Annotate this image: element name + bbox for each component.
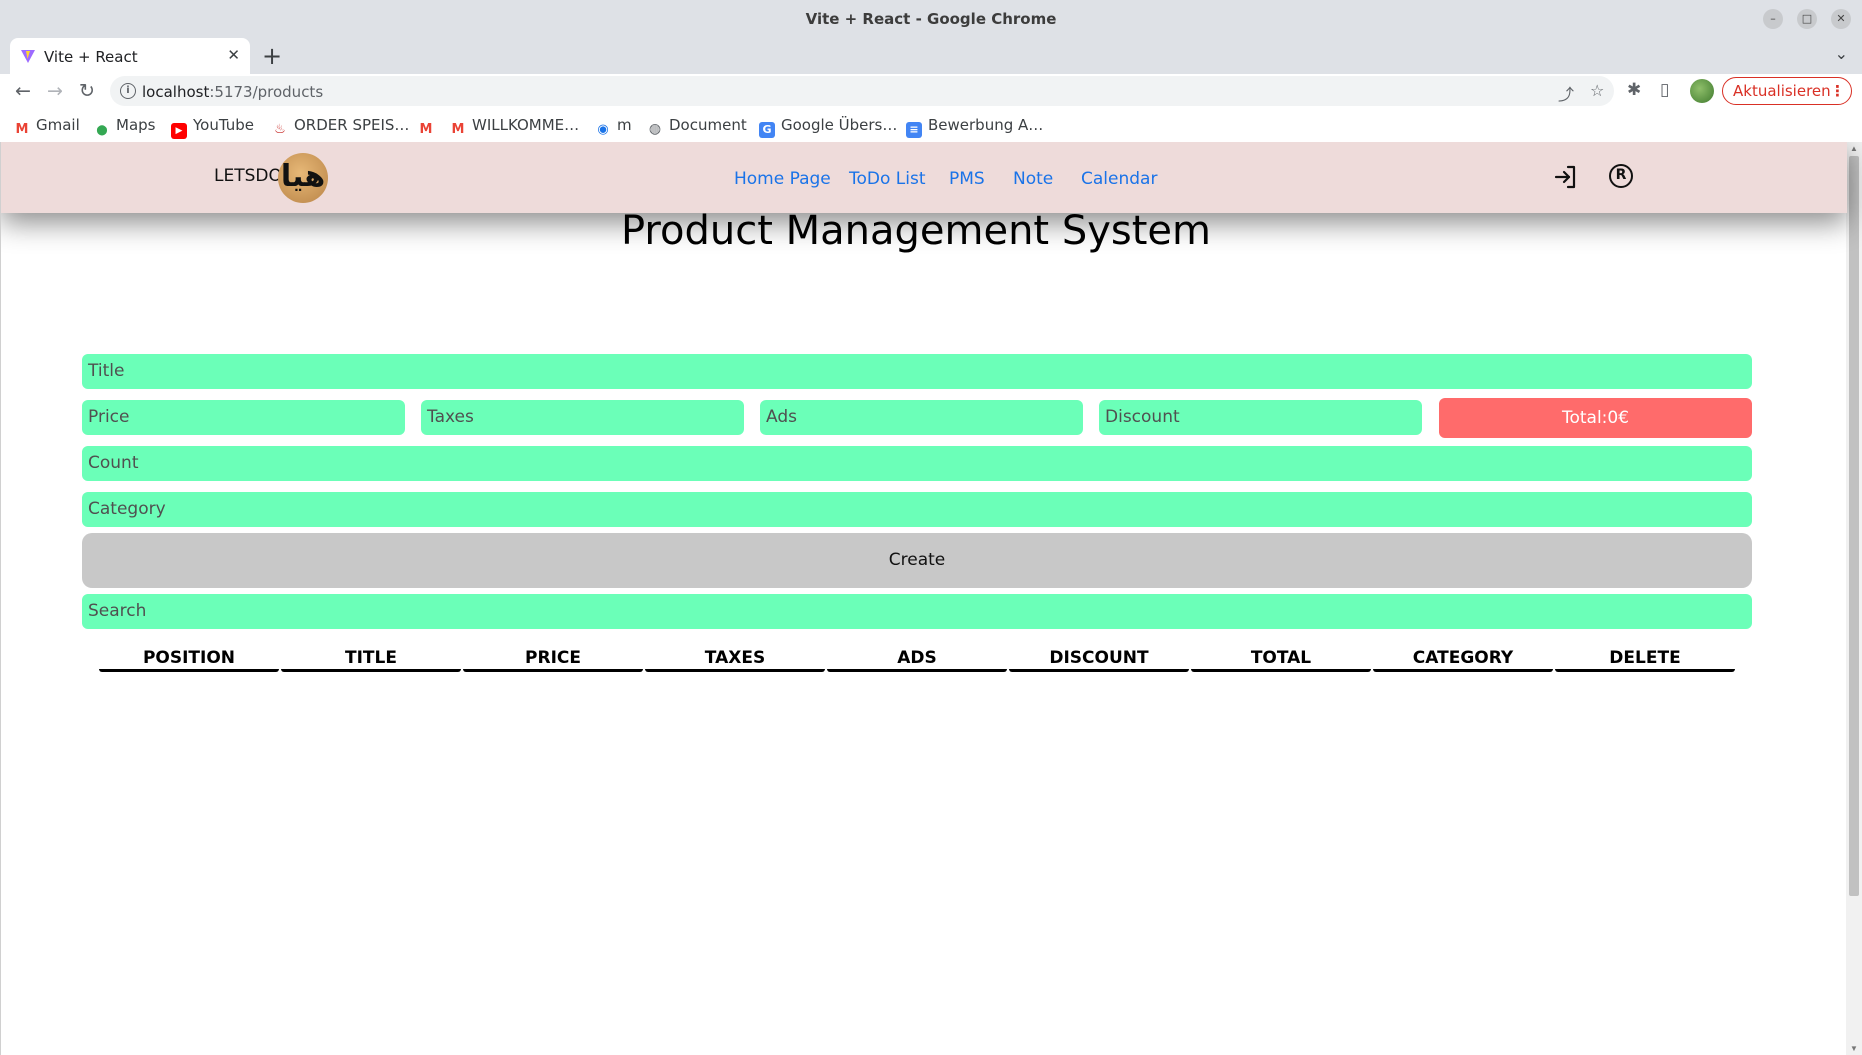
search-input[interactable]: Search [82,594,1752,629]
products-table-header: POSITION TITLE PRICE TAXES ADS DISCOUNT … [98,648,1736,672]
page-title: Product Management System [621,208,1211,254]
nav-home-page[interactable]: Home Page [734,169,831,189]
globe-icon: ◍ [648,121,662,137]
nav-note[interactable]: Note [1013,169,1053,189]
youtube-icon: ▶ [171,123,187,139]
tab-title: Vite + React [44,48,138,66]
bookmark-gmail-2[interactable]: M [418,116,440,138]
scroll-down-arrow-icon[interactable]: ▼ [1850,1044,1858,1053]
bookmark-willkommen[interactable]: M WILLKOMME… [450,116,580,138]
url-path: :5173/products [209,83,324,101]
share-icon[interactable]: ⤴ [1558,81,1574,105]
bookmark-label: m [617,116,632,134]
docs-icon: ≡ [906,122,922,138]
column-taxes: TAXES [645,648,825,672]
extensions-icon[interactable]: ✱ [1627,80,1641,100]
maps-icon: ⬤ [96,125,108,136]
reload-button[interactable]: ↻ [74,78,100,104]
update-button[interactable]: Aktualisieren ⋮ [1722,77,1852,105]
bookmark-m[interactable]: ◉ m [595,116,632,138]
bookmark-order[interactable]: ♨ ORDER SPEIS… [272,116,409,138]
bookmark-star-icon[interactable]: ☆ [1590,81,1604,100]
bookmark-label: Document [669,116,747,134]
profile-avatar[interactable] [1690,79,1714,103]
scroll-up-arrow-icon[interactable]: ▲ [1850,144,1858,153]
bookmark-document[interactable]: ◍ Document [647,116,747,137]
window-titlebar: Vite + React - Google Chrome – □ ✕ [0,0,1862,38]
scrollbar-thumb[interactable] [1849,156,1859,896]
bookmark-gmail[interactable]: M Gmail [14,116,80,138]
category-input[interactable]: Category [82,492,1752,527]
page-viewport: LETSDO هيا Home Page ToDo List PMS Note … [0,142,1862,1055]
order-icon: ♨ [274,122,286,137]
close-window-button[interactable]: ✕ [1831,9,1851,29]
column-total: TOTAL [1191,648,1371,672]
login-icon[interactable] [1553,164,1579,190]
gmail-icon: M [419,122,433,137]
bookmark-maps[interactable]: ⬤ Maps [94,116,155,139]
tab-vite-react[interactable]: Vite + React ✕ [10,38,250,74]
bookmarks-bar: M Gmail ⬤ Maps ▶ YouTube ♨ ORDER SPEIS… M MW… [0,108,1862,142]
bookmark-label: Maps [116,116,156,134]
column-position: POSITION [99,648,279,672]
brand-name[interactable]: LETSDO [214,166,282,186]
bookmark-label: YouTube [193,116,254,134]
url-host: localhost [142,83,210,101]
brand-logo[interactable]: هيا [278,153,328,203]
title-input[interactable]: Title [82,354,1752,389]
gmail-icon: M [15,122,29,137]
m-circle-icon: ◉ [597,122,609,137]
translate-icon: G [759,122,775,138]
browser-toolbar: ← → ↻ i localhost:5173/products ⤴ ☆ ✱ ▯ … [0,74,1862,108]
column-discount: DISCOUNT [1009,648,1189,672]
bookmark-label: Bewerbung A… [928,116,1044,134]
create-button[interactable]: Create [82,533,1752,588]
discount-input[interactable]: Discount [1099,400,1422,435]
bookmark-label: Gmail [36,116,80,134]
chrome-menu-icon[interactable]: ⋮ [1830,78,1845,104]
column-price: PRICE [463,648,643,672]
column-title: TITLE [281,648,461,672]
bookmark-bewerbung[interactable]: ≡ Bewerbung A… [906,116,1043,138]
maximize-button[interactable]: □ [1797,9,1817,29]
nav-pms[interactable]: PMS [949,169,985,189]
nav-todo-list[interactable]: ToDo List [849,169,926,189]
gmail-icon: M [451,122,465,137]
total-display: Total:0€ [1439,398,1752,438]
close-tab-icon[interactable]: ✕ [227,46,240,64]
window-title: Vite + React - Google Chrome [805,10,1057,28]
forward-button[interactable]: → [42,78,68,104]
register-icon[interactable]: R [1609,164,1633,188]
minimize-button[interactable]: – [1763,9,1783,29]
update-label: Aktualisieren [1733,82,1831,100]
page-scrollbar[interactable]: ▲ ▼ [1846,142,1862,1055]
bookmark-translate[interactable]: G Google Übers… [759,116,897,138]
new-tab-button[interactable]: + [262,42,282,70]
bookmark-label: WILLKOMME… [472,116,580,134]
bookmark-youtube[interactable]: ▶ YouTube [171,116,254,139]
count-input[interactable]: Count [82,446,1752,481]
taxes-input[interactable]: Taxes [421,400,744,435]
bookmark-label: Google Übers… [781,116,898,134]
nav-calendar[interactable]: Calendar [1081,169,1157,189]
side-panel-icon[interactable]: ▯ [1660,80,1669,100]
price-input[interactable]: Price [82,400,405,435]
vite-icon [21,50,35,63]
address-bar[interactable]: i localhost:5173/products ⤴ ☆ [110,76,1614,106]
bookmark-label: ORDER SPEIS… [294,116,410,134]
back-button[interactable]: ← [10,78,36,104]
column-ads: ADS [827,648,1007,672]
column-delete: DELETE [1555,648,1735,672]
url-text[interactable]: localhost:5173/products [142,83,323,101]
site-navbar: LETSDO هيا Home Page ToDo List PMS Note … [1,142,1847,213]
tab-strip: Vite + React ✕ + ⌄ [0,38,1862,74]
ads-input[interactable]: Ads [760,400,1083,435]
tab-search-icon[interactable]: ⌄ [1835,44,1848,63]
column-category: CATEGORY [1373,648,1553,672]
site-info-icon[interactable]: i [120,83,136,99]
